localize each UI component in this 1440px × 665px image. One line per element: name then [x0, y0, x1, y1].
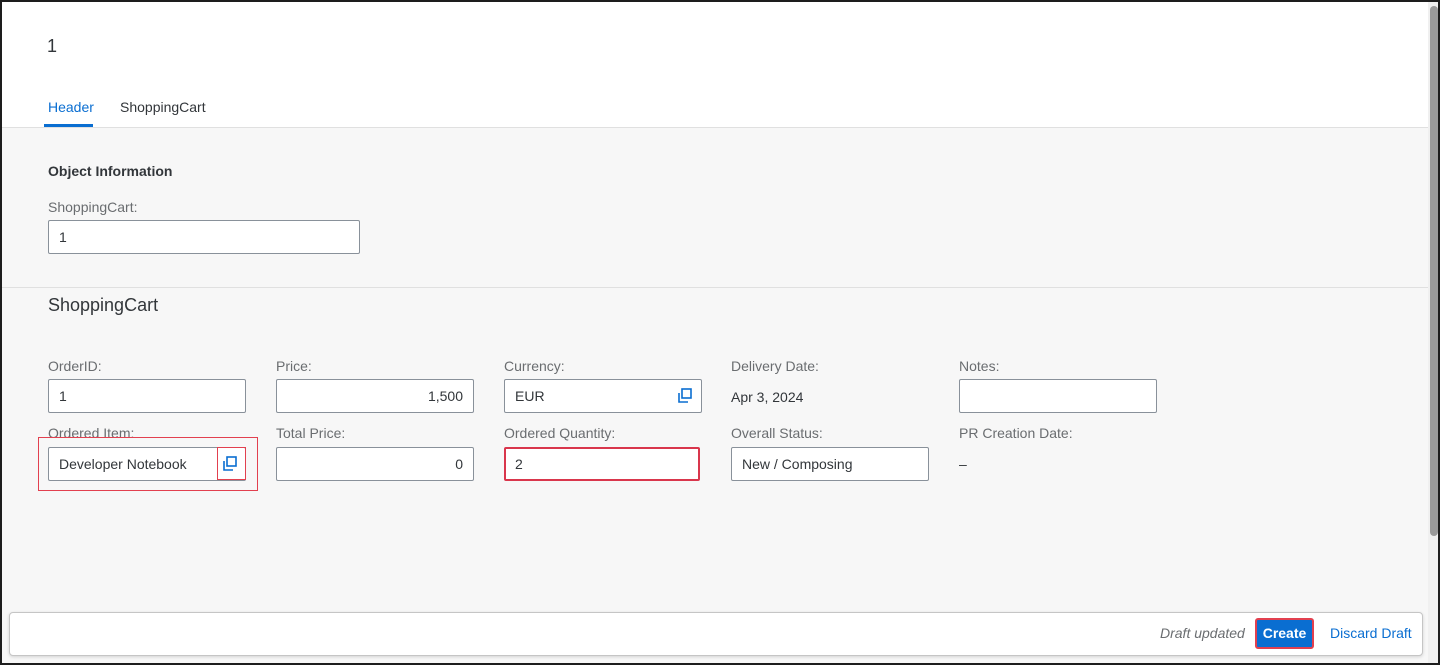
group-title-object-information: Object Information [48, 163, 173, 179]
pr-creation-date-label: PR Creation Date: [959, 425, 1073, 441]
ordered-item-field[interactable]: Developer Notebook [48, 447, 246, 481]
object-page-header: 1 Header ShoppingCart [2, 2, 1428, 128]
notes-label: Notes: [959, 358, 1000, 374]
ordered-quantity-label: Ordered Quantity: [504, 425, 616, 441]
total-price-field[interactable]: 0 [276, 447, 474, 481]
currency-label: Currency: [504, 358, 565, 374]
object-title: 1 [47, 36, 58, 56]
section-title-shoppingcart: ShoppingCart [48, 295, 159, 315]
tab-shoppingcart[interactable]: ShoppingCart [120, 99, 206, 115]
total-price-label: Total Price: [276, 425, 346, 441]
draft-status-text: Draft updated [1160, 625, 1245, 641]
ordered-item-value: Developer Notebook [59, 456, 187, 472]
notes-field[interactable] [959, 379, 1157, 413]
section-divider [2, 287, 1428, 288]
delivery-date-value: Apr 3, 2024 [731, 389, 804, 405]
shopping-cart-field[interactable]: 1 [48, 220, 360, 254]
order-id-field[interactable]: 1 [48, 379, 246, 413]
pr-creation-date-value: – [959, 456, 967, 472]
currency-value: EUR [515, 388, 545, 404]
scrollbar-thumb[interactable] [1430, 6, 1438, 536]
active-tab-indicator [44, 124, 93, 127]
app-window: 1 Header ShoppingCart Object Information… [0, 0, 1440, 665]
ordered-quantity-field[interactable]: 2 [504, 447, 700, 481]
delivery-date-label: Delivery Date: [731, 358, 819, 374]
discard-draft-button[interactable]: Discard Draft [1330, 625, 1412, 641]
ordered-item-label: Ordered Item: [48, 425, 135, 441]
create-button[interactable]: Create [1255, 618, 1314, 649]
overall-status-field[interactable]: New / Composing [731, 447, 929, 481]
value-help-icon[interactable] [676, 387, 694, 405]
currency-field[interactable]: EUR [504, 379, 702, 413]
order-id-label: OrderID: [48, 358, 102, 374]
shopping-cart-label: ShoppingCart: [48, 199, 138, 215]
price-label: Price: [276, 358, 312, 374]
tab-header[interactable]: Header [48, 99, 94, 115]
value-help-icon[interactable] [221, 455, 239, 473]
price-field[interactable]: 1,500 [276, 379, 474, 413]
overall-status-label: Overall Status: [731, 425, 823, 441]
